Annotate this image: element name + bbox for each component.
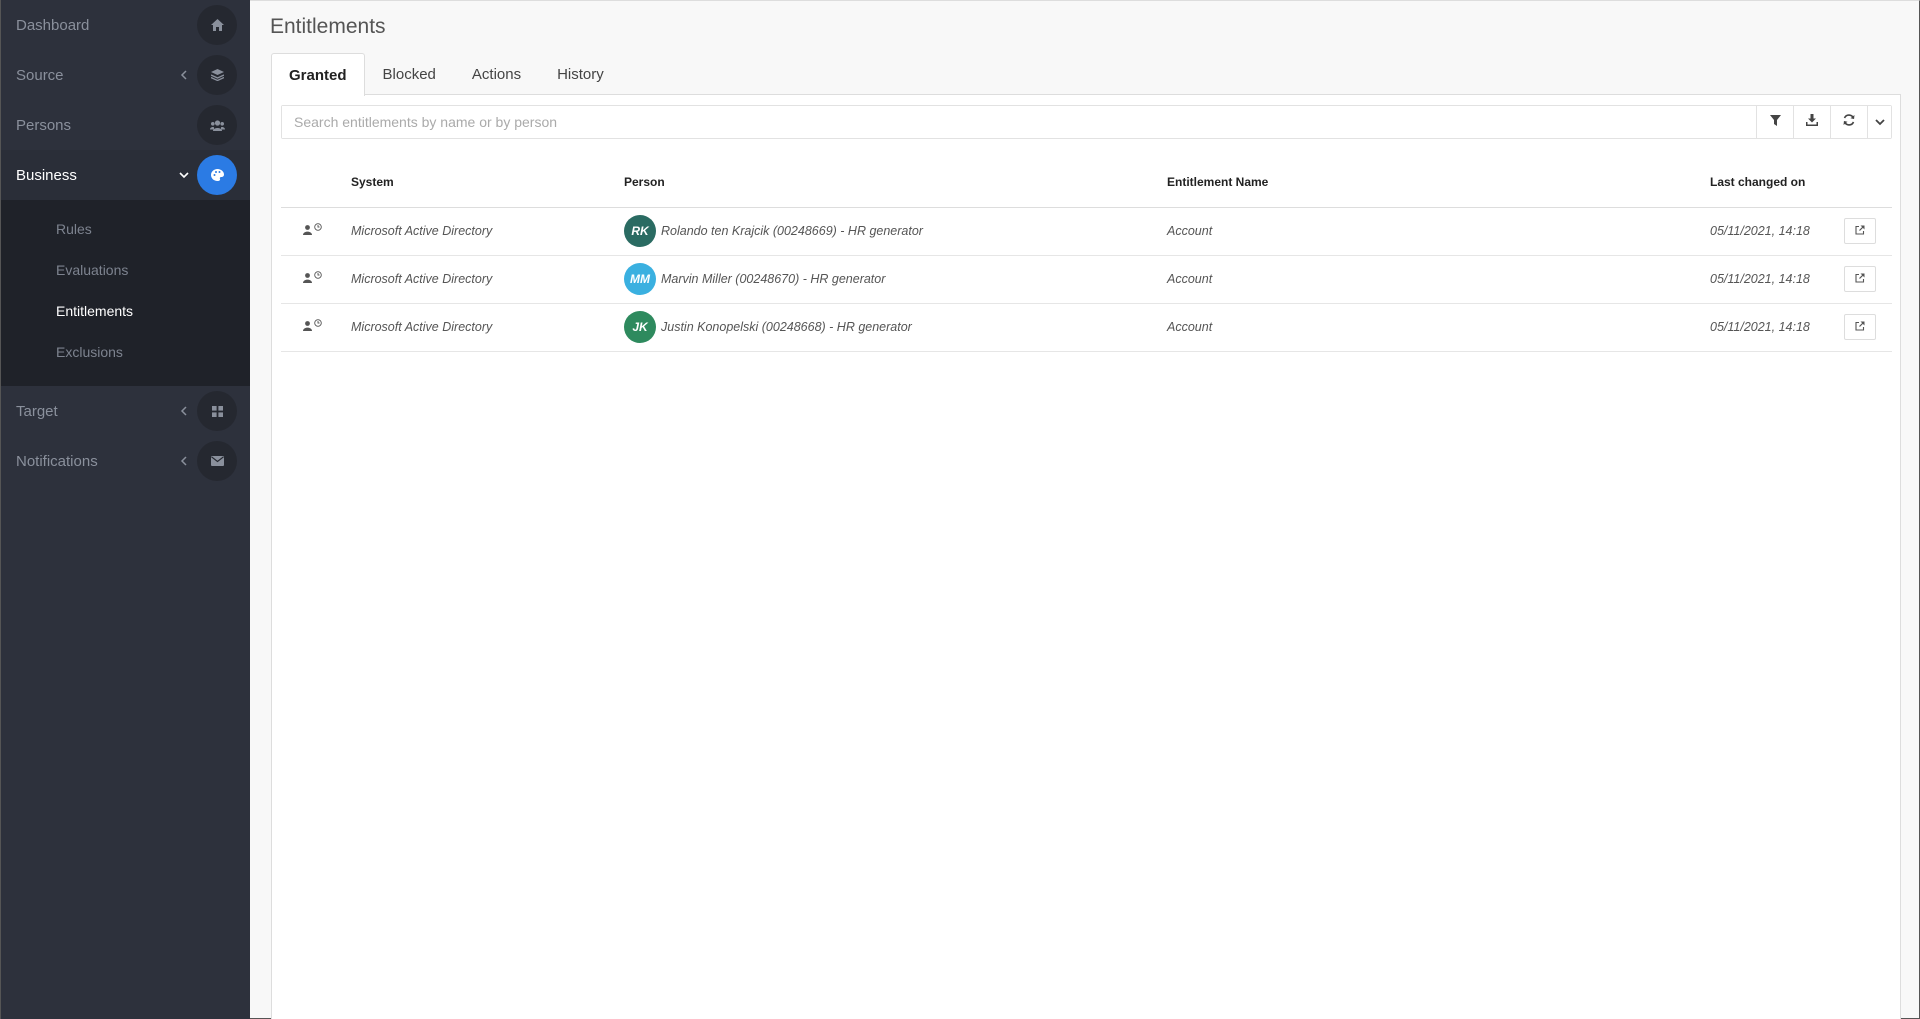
page-title: Entitlements xyxy=(270,15,386,38)
account-status xyxy=(281,222,351,238)
open-details-button[interactable] xyxy=(1844,266,1876,292)
external-link-icon xyxy=(1855,224,1865,238)
tab-granted[interactable]: Granted xyxy=(271,53,365,96)
users-icon xyxy=(197,105,237,145)
clock-icon xyxy=(314,316,322,330)
chevron-down-icon xyxy=(1874,113,1885,131)
entitlements-table: System Person Entitlement Name Last chan… xyxy=(281,157,1892,352)
main-content: Entitlements Granted Blocked Actions His… xyxy=(250,0,1920,1019)
sidebar: Dashboard Source Persons Business Rules … xyxy=(0,0,250,1019)
system-cell: Microsoft Active Directory xyxy=(351,207,624,256)
nav-notifications[interactable]: Notifications xyxy=(1,436,250,486)
table-row[interactable]: Microsoft Active Directory JK Justin Kon… xyxy=(281,303,1892,352)
external-link-icon xyxy=(1855,320,1865,334)
refresh-button[interactable] xyxy=(1830,106,1867,138)
user-icon xyxy=(303,272,312,286)
external-link-icon xyxy=(1855,272,1865,286)
last-changed-cell: 05/11/2021, 14:18 xyxy=(1710,255,1844,304)
person-name: Justin Konopelski (00248668) - HR genera… xyxy=(661,320,912,334)
person-name: Marvin Miller (00248670) - HR generator xyxy=(661,272,886,286)
subnav-rules[interactable]: Rules xyxy=(1,208,250,249)
user-icon xyxy=(303,224,312,238)
open-details-button[interactable] xyxy=(1844,218,1876,244)
subnav-evaluations[interactable]: Evaluations xyxy=(1,249,250,290)
status-header xyxy=(281,157,351,208)
chevron-left-icon xyxy=(177,454,191,468)
chevron-left-icon xyxy=(177,404,191,418)
system-header[interactable]: System xyxy=(351,157,624,208)
person-name: Rolando ten Krajcik (00248669) - HR gene… xyxy=(661,224,923,238)
table-header-row: System Person Entitlement Name Last chan… xyxy=(281,157,1892,208)
table-row[interactable]: Microsoft Active Directory MM Marvin Mil… xyxy=(281,255,1892,304)
more-options-button[interactable] xyxy=(1867,106,1891,138)
entitlement-cell: Account xyxy=(1167,255,1710,304)
chevron-left-icon xyxy=(177,68,191,82)
business-subnav: Rules Evaluations Entitlements Exclusion… xyxy=(1,200,250,386)
last-changed-cell: 05/11/2021, 14:18 xyxy=(1710,207,1844,256)
tab-blocked[interactable]: Blocked xyxy=(365,53,454,95)
download-button[interactable] xyxy=(1793,106,1830,138)
clock-icon xyxy=(314,268,322,282)
envelope-icon xyxy=(197,441,237,481)
avatar: RK xyxy=(624,215,656,247)
entitlement-cell: Account xyxy=(1167,207,1710,256)
layers-icon xyxy=(197,55,237,95)
nav-business[interactable]: Business xyxy=(1,150,250,200)
nav-dashboard[interactable]: Dashboard xyxy=(1,0,250,50)
entitlement-name-header[interactable]: Entitlement Name xyxy=(1167,157,1710,208)
tab-bar: Granted Blocked Actions History xyxy=(271,53,622,96)
tab-actions[interactable]: Actions xyxy=(454,53,539,95)
download-icon xyxy=(1806,113,1818,131)
nav-target[interactable]: Target xyxy=(1,386,250,436)
account-status xyxy=(281,270,351,286)
clock-icon xyxy=(314,220,322,234)
table-row[interactable]: Microsoft Active Directory RK Rolando te… xyxy=(281,207,1892,256)
actions-header xyxy=(1844,157,1892,208)
system-cell: Microsoft Active Directory xyxy=(351,255,624,304)
subnav-exclusions[interactable]: Exclusions xyxy=(1,331,250,372)
filter-button[interactable] xyxy=(1756,106,1793,138)
nav-source[interactable]: Source xyxy=(1,50,250,100)
avatar: JK xyxy=(624,311,656,343)
person-header[interactable]: Person xyxy=(624,157,1167,208)
last-changed-header[interactable]: Last changed on xyxy=(1710,157,1844,208)
avatar: MM xyxy=(624,263,656,295)
account-status xyxy=(281,318,351,334)
search-input[interactable] xyxy=(282,106,1756,138)
tab-history[interactable]: History xyxy=(539,53,622,95)
nav-persons[interactable]: Persons xyxy=(1,100,250,150)
tab-panel: System Person Entitlement Name Last chan… xyxy=(271,94,1901,1019)
home-icon xyxy=(197,5,237,45)
last-changed-cell: 05/11/2021, 14:18 xyxy=(1710,303,1844,352)
system-cell: Microsoft Active Directory xyxy=(351,303,624,352)
chevron-down-icon xyxy=(177,168,191,182)
palette-icon xyxy=(197,155,237,195)
refresh-icon xyxy=(1843,113,1855,131)
open-details-button[interactable] xyxy=(1844,314,1876,340)
user-icon xyxy=(303,320,312,334)
filter-icon xyxy=(1769,113,1781,131)
search-row xyxy=(281,105,1892,139)
grid-icon xyxy=(197,391,237,431)
subnav-entitlements[interactable]: Entitlements xyxy=(1,290,250,331)
entitlement-cell: Account xyxy=(1167,303,1710,352)
